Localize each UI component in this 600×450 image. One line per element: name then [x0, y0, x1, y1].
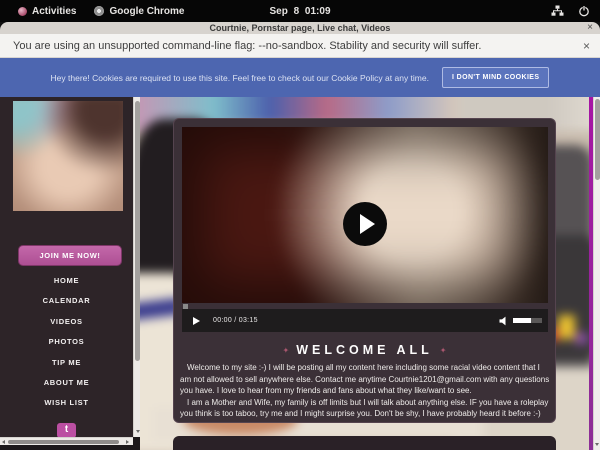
welcome-paragraph-2: I am a Mother and Wife, my family is off… — [180, 397, 551, 420]
sidebar-item-calendar[interactable]: CALENDAR — [0, 291, 133, 311]
main-vertical-scrollbar[interactable] — [593, 97, 600, 450]
cookie-accept-button[interactable]: I DON'T MIND COOKIES — [442, 67, 549, 88]
network-icon[interactable] — [551, 5, 564, 17]
diamond-icon: ✦ — [276, 346, 297, 355]
tumblr-icon[interactable]: t — [57, 423, 76, 437]
volume-level-fill — [513, 318, 531, 323]
clock-button[interactable]: Sep 8 01:09 — [0, 6, 600, 17]
sidebar-horizontal-scrollbar-thumb[interactable] — [8, 440, 119, 445]
welcome-title: WELCOME ALL — [296, 343, 433, 357]
main-scroll-down-arrow[interactable] — [595, 443, 599, 446]
sidebar-scroll-right-arrow[interactable] — [126, 440, 129, 444]
power-icon[interactable] — [578, 5, 590, 17]
sidebar-horizontal-scrollbar[interactable] — [0, 437, 133, 445]
join-me-now-button[interactable]: JOIN ME NOW! — [18, 245, 122, 266]
sidebar: JOIN ME NOW! HOME CALENDAR VIDEOS PHOTOS… — [0, 97, 133, 437]
diamond-icon: ✦ — [433, 346, 454, 355]
sidebar-scroll-left-arrow[interactable] — [2, 440, 5, 444]
gift-yellow — [558, 315, 575, 339]
welcome-card: 00:00 / 03:15 ✦WELCOME ALL✦ Welcome to m… — [173, 118, 556, 423]
video-time-display: 00:00 / 03:15 — [213, 317, 258, 324]
speaker-icon — [499, 316, 509, 326]
window-close-icon[interactable]: × — [587, 22, 593, 34]
cookie-banner: Hey there! Cookies are required to use t… — [0, 58, 600, 97]
welcome-text: Welcome to my site :-) I will be posting… — [180, 362, 551, 420]
cookie-message: Hey there! Cookies are required to use t… — [51, 73, 429, 83]
warning-message: You are using an unsupported command-lin… — [13, 40, 481, 52]
controls-play-icon[interactable] — [193, 317, 200, 325]
sidebar-item-about-me[interactable]: ABOUT ME — [0, 373, 133, 393]
welcome-title-row: ✦WELCOME ALL✦ — [174, 343, 555, 357]
volume-level-rest — [531, 318, 542, 323]
sidebar-vertical-scrollbar-thumb[interactable] — [135, 101, 140, 361]
sidebar-item-home[interactable]: HOME — [0, 271, 133, 291]
window-title: Courtnie, Pornstar page, Live chat, Vide… — [210, 23, 391, 33]
sidebar-item-photos[interactable]: PHOTOS — [0, 332, 133, 352]
profile-photo — [13, 101, 123, 211]
browser-title-bar: Courtnie, Pornstar page, Live chat, Vide… — [0, 22, 600, 34]
gift-purple — [575, 333, 588, 344]
next-card-top-edge — [173, 436, 556, 450]
video-controls-bar: 00:00 / 03:15 — [182, 309, 548, 332]
profile-photo-blur — [13, 101, 123, 211]
system-top-bar: Activities Google Chrome Sep 8 01:09 — [0, 0, 600, 22]
sidebar-item-wish-list[interactable]: WISH LIST — [0, 393, 133, 413]
welcome-paragraph-1: Welcome to my site :-) I will be posting… — [180, 362, 551, 397]
volume-control[interactable] — [499, 316, 542, 326]
chrome-warning-bar: You are using an unsupported command-lin… — [0, 34, 600, 58]
sidebar-vertical-scrollbar[interactable] — [133, 97, 140, 437]
video-play-button[interactable] — [343, 202, 387, 246]
video-player[interactable] — [182, 127, 548, 303]
warning-close-icon[interactable]: × — [583, 39, 590, 53]
page-content: JOIN ME NOW! HOME CALENDAR VIDEOS PHOTOS… — [0, 97, 600, 450]
sidebar-scroll-down-arrow[interactable] — [136, 430, 140, 433]
sidebar-item-tip-me[interactable]: TIP ME — [0, 353, 133, 373]
sidebar-item-videos[interactable]: VIDEOS — [0, 312, 133, 332]
play-icon — [360, 214, 375, 234]
sidebar-nav: HOME CALENDAR VIDEOS PHOTOS TIP ME ABOUT… — [0, 271, 133, 414]
main-vertical-scrollbar-thumb[interactable] — [595, 99, 600, 180]
